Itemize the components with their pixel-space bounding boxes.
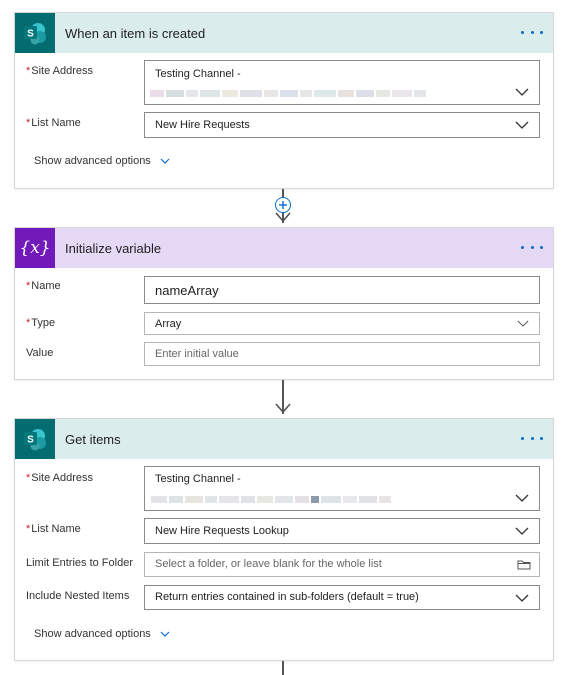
chevron-down-icon (515, 494, 529, 502)
variable-name-value: nameArray (155, 283, 219, 298)
site-address-value: Testing Channel - (155, 473, 241, 485)
variable-type-value: Array (155, 318, 182, 330)
initialize-variable-card-header[interactable]: {x} Initialize variable (15, 228, 553, 268)
folder-icon[interactable] (517, 559, 531, 570)
chevron-down-icon (517, 320, 529, 327)
more-options-icon[interactable] (521, 432, 543, 444)
chevron-down-icon (160, 631, 170, 637)
connector-line (282, 661, 284, 675)
site-address-dropdown[interactable]: Testing Channel - (144, 60, 540, 105)
svg-text:S: S (27, 435, 34, 446)
list-name-value: New Hire Requests Lookup (155, 525, 289, 537)
arrow-down-icon (275, 212, 291, 223)
get-items-card: S Get items *Site Address Testing Channe… (14, 418, 554, 661)
get-items-card-header[interactable]: S Get items (15, 419, 553, 459)
include-nested-value: Return entries contained in sub-folders … (155, 591, 419, 603)
limit-folder-placeholder: Select a folder, or leave blank for the … (155, 558, 382, 570)
site-address-dropdown[interactable]: Testing Channel - (144, 466, 540, 511)
chevron-down-icon (515, 88, 529, 96)
variable-type-dropdown[interactable]: Array (144, 312, 540, 335)
list-name-label: *List Name (26, 117, 81, 129)
chevron-down-icon (515, 121, 529, 129)
add-step-icon[interactable] (275, 197, 291, 213)
list-name-dropdown[interactable]: New Hire Requests Lookup (144, 518, 540, 544)
card-title: When an item is created (65, 25, 206, 41)
include-nested-label: Include Nested Items (26, 590, 130, 602)
sharepoint-icon: S (15, 13, 55, 53)
trigger-card-header[interactable]: S When an item is created (15, 13, 553, 53)
show-advanced-options[interactable]: Show advanced options (34, 155, 170, 167)
list-name-value: New Hire Requests (155, 119, 250, 131)
limit-folder-label: Limit Entries to Folder (26, 557, 133, 569)
list-name-dropdown[interactable]: New Hire Requests (144, 112, 540, 138)
trigger-card: S When an item is created *Site Address … (14, 12, 554, 189)
include-nested-dropdown[interactable]: Return entries contained in sub-folders … (144, 585, 540, 610)
limit-folder-input[interactable]: Select a folder, or leave blank for the … (144, 552, 540, 577)
chevron-down-icon (515, 527, 529, 535)
sharepoint-icon: S (15, 419, 55, 459)
svg-text:S: S (27, 29, 34, 40)
chevron-down-icon (515, 594, 529, 602)
card-title: Get items (65, 431, 121, 447)
site-address-label: *Site Address (26, 472, 94, 484)
more-options-icon[interactable] (521, 241, 543, 253)
site-address-value: Testing Channel - (155, 68, 241, 80)
list-name-label: *List Name (26, 523, 81, 535)
site-address-label: *Site Address (26, 65, 94, 77)
variable-name-input[interactable]: nameArray (144, 276, 540, 304)
variable-type-label: *Type (26, 317, 56, 329)
variable-value-input[interactable]: Enter initial value (144, 342, 540, 366)
card-title: Initialize variable (65, 240, 162, 256)
redacted-url (150, 90, 426, 97)
variable-icon: {x} (15, 228, 55, 268)
redacted-url (151, 496, 391, 503)
variable-value-label: Value (26, 347, 54, 359)
initialize-variable-card: {x} Initialize variable *Name nameArray … (14, 227, 554, 380)
variable-name-label: *Name (26, 280, 61, 292)
arrow-down-icon (275, 403, 291, 414)
variable-value-placeholder: Enter initial value (155, 348, 239, 360)
more-options-icon[interactable] (521, 26, 543, 38)
show-advanced-options[interactable]: Show advanced options (34, 628, 170, 640)
chevron-down-icon (160, 158, 170, 164)
